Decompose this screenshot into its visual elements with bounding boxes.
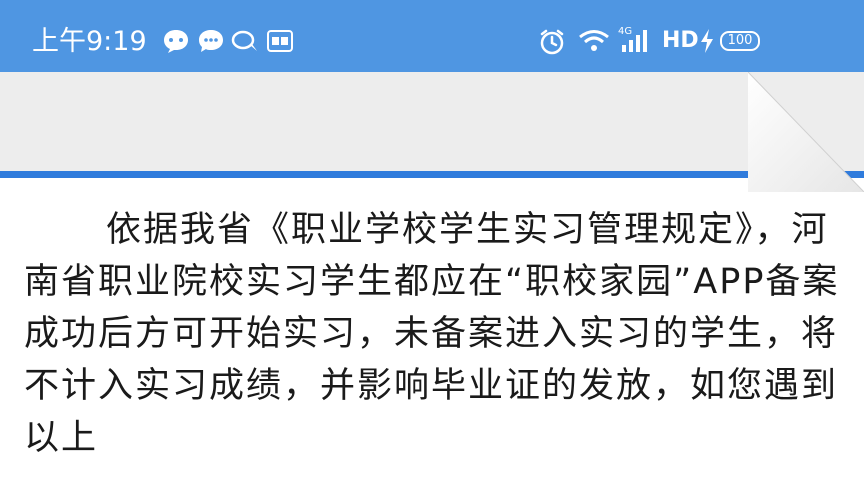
speech-icon — [231, 30, 257, 51]
battery-icon: 100 — [720, 31, 760, 51]
charging-icon — [701, 29, 713, 53]
top-panel — [0, 72, 864, 171]
hd-label: HD — [662, 28, 699, 53]
message-icon — [199, 30, 223, 52]
notice-paragraph: 依据我省《职业学校学生实习管理规定》，河南省职业院校实习学生都应在“职校家园”A… — [24, 210, 840, 458]
status-bar: 上午9:19 4G HD 100 — [0, 0, 864, 72]
page-curl-icon[interactable] — [748, 72, 864, 192]
app-badge-icon — [267, 30, 293, 52]
wifi-icon — [579, 30, 609, 51]
status-time: 上午9:19 — [32, 26, 147, 57]
alarm-icon — [540, 29, 564, 55]
signal-4g-icon — [622, 30, 647, 52]
battery-level: 100 — [727, 33, 753, 48]
chat-bubble-icon — [164, 30, 188, 53]
header-divider — [0, 171, 864, 178]
